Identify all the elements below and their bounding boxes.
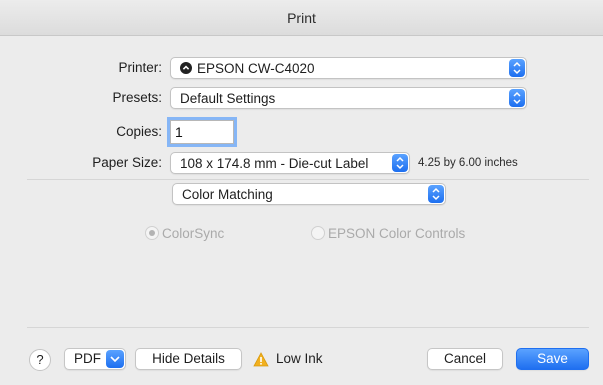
warning-icon (253, 352, 269, 367)
epson-color-controls-label: EPSON Color Controls (328, 226, 466, 241)
title-bar: Print (0, 0, 603, 36)
printer-label: Printer: (118, 60, 162, 75)
separator (27, 179, 589, 180)
separator (27, 327, 589, 328)
paper-size-value: 108 x 174.8 mm - Die-cut Label (180, 156, 369, 171)
copies-label: Copies: (116, 124, 162, 139)
printer-popup[interactable]: EPSON CW-C4020 (170, 57, 527, 79)
chevron-updown-icon (428, 185, 444, 203)
presets-popup[interactable]: Default Settings (170, 87, 527, 109)
low-ink-status: Low Ink (276, 351, 323, 366)
printer-status-icon (180, 62, 192, 74)
save-button[interactable]: Save (516, 348, 589, 370)
presets-label: Presets: (112, 90, 162, 105)
cancel-button[interactable]: Cancel (427, 348, 503, 370)
chevron-updown-icon (392, 154, 408, 172)
presets-value: Default Settings (180, 91, 276, 106)
panel-popup[interactable]: Color Matching (172, 183, 446, 205)
panel-value: Color Matching (182, 187, 273, 202)
colorsync-label: ColorSync (162, 226, 225, 241)
printer-value: EPSON CW-C4020 (197, 61, 315, 76)
chevron-updown-icon (509, 89, 525, 107)
chevron-updown-icon (509, 59, 525, 77)
pdf-label: PDF (74, 351, 101, 366)
window-title: Print (287, 10, 316, 26)
paper-size-label: Paper Size: (92, 155, 162, 170)
paper-size-popup[interactable]: 108 x 174.8 mm - Die-cut Label (170, 152, 410, 174)
copies-field-frame (170, 120, 234, 144)
hide-details-button[interactable]: Hide Details (135, 348, 242, 370)
paper-dimensions: 4.25 by 6.00 inches (418, 157, 518, 169)
copies-input[interactable] (175, 124, 231, 140)
chevron-down-icon (106, 350, 124, 368)
epson-color-controls-radio[interactable] (311, 226, 325, 240)
pdf-menu-button[interactable]: PDF (64, 348, 126, 370)
help-button[interactable]: ? (29, 349, 51, 371)
colorsync-radio[interactable] (145, 226, 159, 240)
radio-dot-icon (149, 230, 155, 236)
